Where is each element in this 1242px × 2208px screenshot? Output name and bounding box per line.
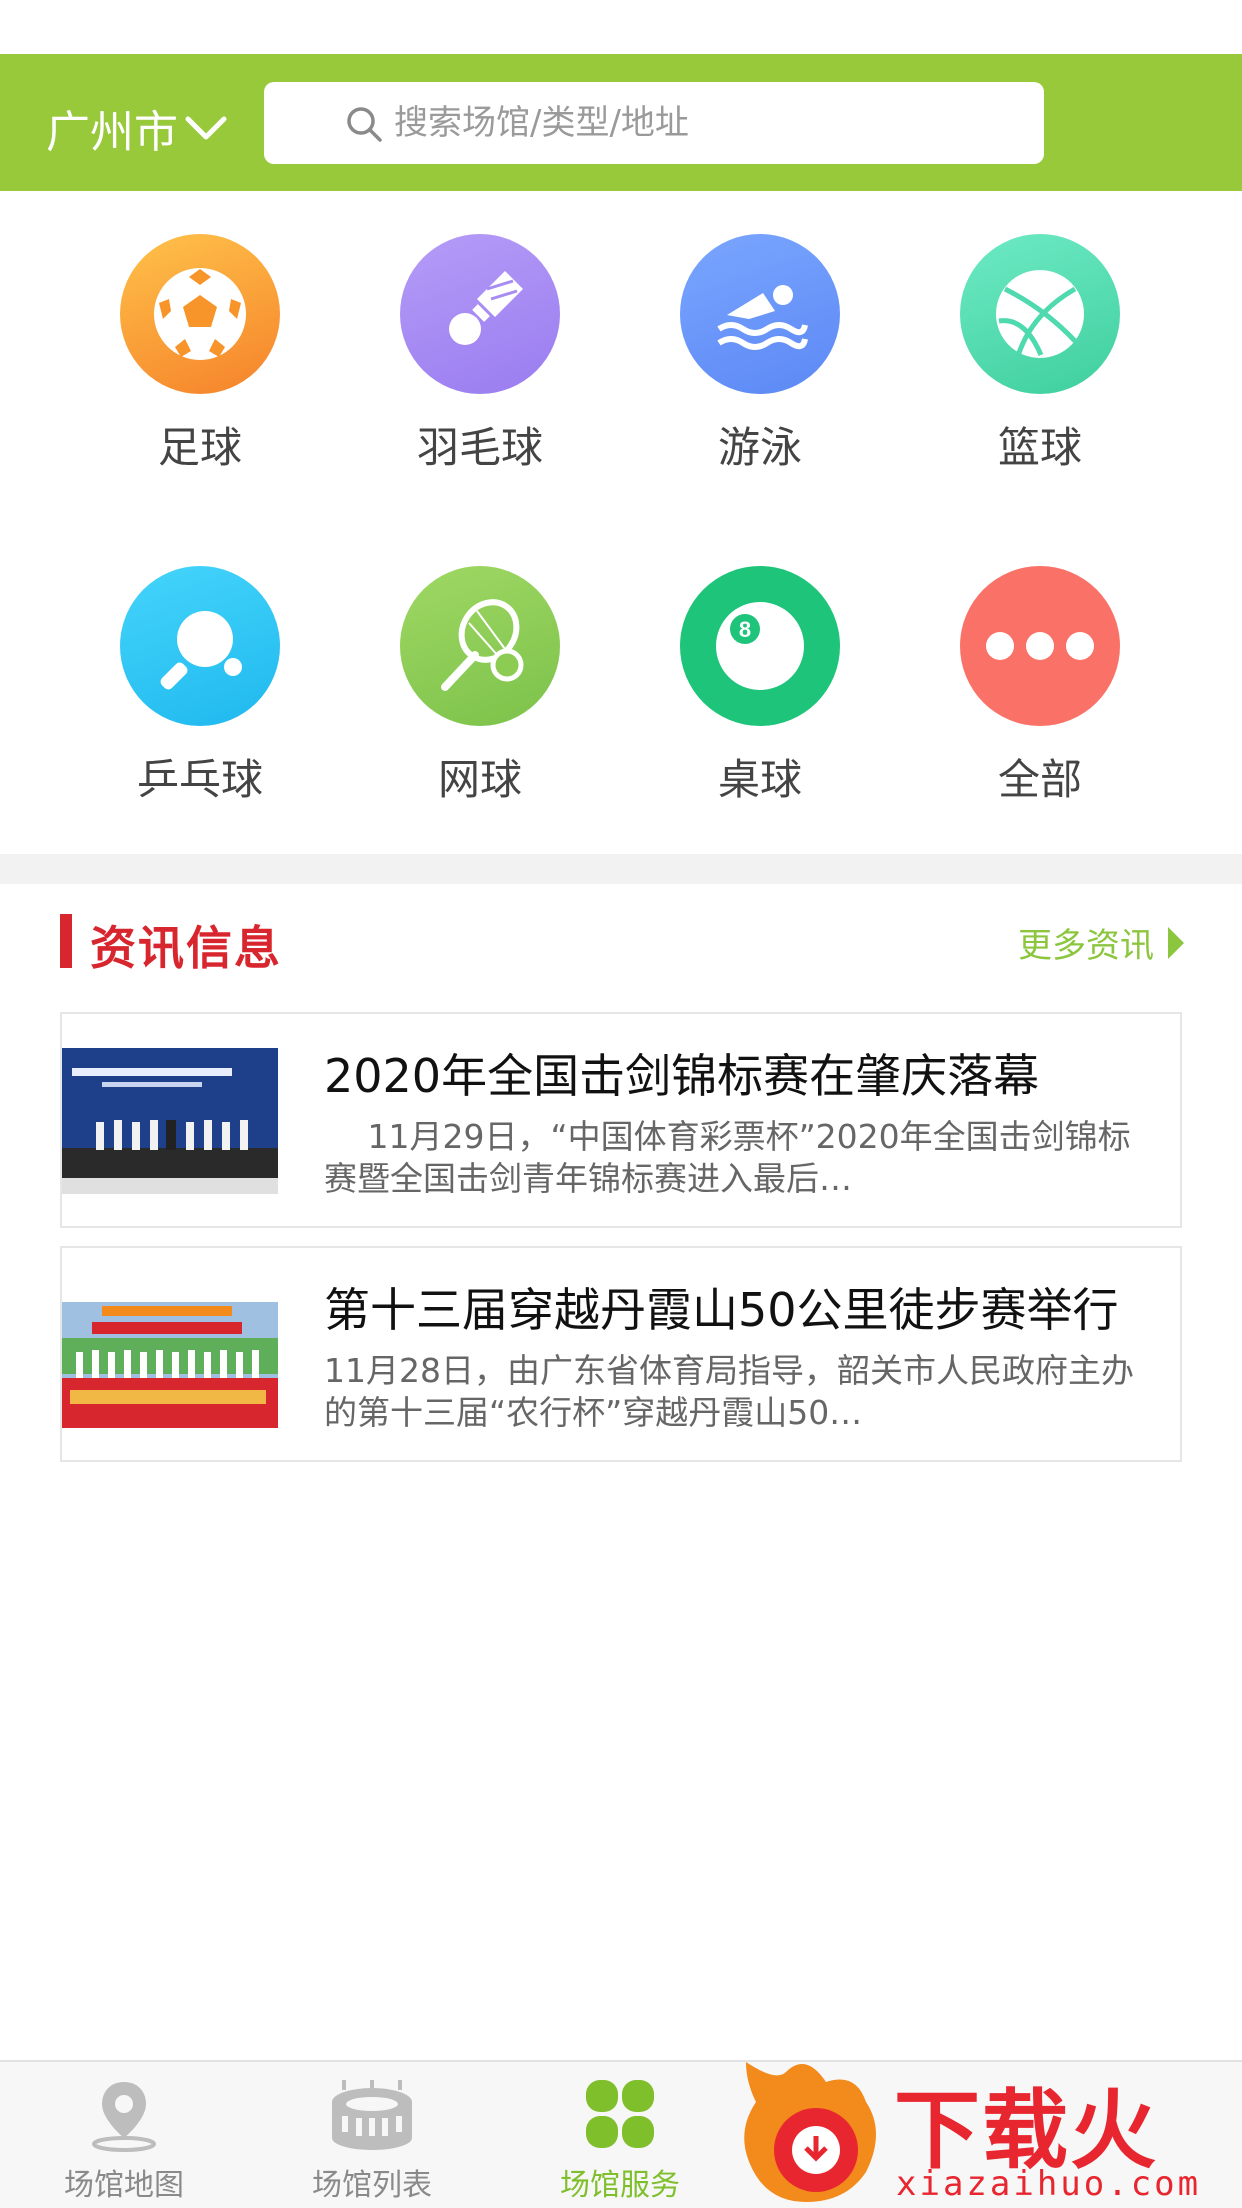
city-label: 广州市 (46, 107, 178, 158)
category-label: 乒乓球 (136, 755, 263, 804)
tab-venue-service[interactable]: 场馆服务 (496, 2062, 744, 2208)
category-label: 全部 (997, 755, 1082, 804)
tab-label: 场馆列表 (312, 2168, 432, 2203)
more-news-label: 更多资讯 (1018, 926, 1154, 966)
news-card[interactable]: 第十三届穿越丹霞山50公里徒步赛举行 11月28日，由广东省体育局指导，韶关市人… (60, 1246, 1182, 1462)
shuttlecock-icon (400, 234, 560, 394)
section-divider (0, 854, 1242, 884)
chevron-right-icon (1168, 926, 1184, 959)
category-tennis[interactable]: 网球 (380, 566, 580, 807)
news-item-title: 第十三届穿越丹霞山50公里徒步赛举行 (324, 1283, 1119, 1337)
clover-icon (586, 2080, 654, 2148)
category-badminton[interactable]: 羽毛球 (380, 234, 580, 475)
tennis-racket-icon (400, 566, 560, 726)
swimmer-icon (680, 234, 840, 394)
news-title-accent (60, 914, 72, 968)
site-watermark: 下载火 xiazaihuo.com (736, 2052, 1242, 2208)
search-box[interactable] (264, 82, 1044, 164)
category-all[interactable]: 全部 (940, 566, 1140, 807)
news-item-title: 2020年全国击剑锦标赛在肇庆落幕 (324, 1049, 1040, 1103)
news-item-summary: 11月29日，“中国体育彩票杯”2020年全国击剑锦标赛暨全国击剑青年锦标赛进入… (324, 1117, 1131, 1198)
search-input[interactable] (394, 103, 994, 143)
app-screen: 广州市 搜索场馆/类型/地址 足球 羽毛球 游泳 篮球 乒乓球 网球 8 桌球 … (0, 0, 1242, 2208)
svg-text:8: 8 (739, 617, 751, 642)
map-pin-icon (92, 2082, 156, 2152)
category-billiards[interactable]: 8 桌球 (660, 566, 860, 807)
tab-venue-list[interactable]: 场馆列表 (248, 2062, 496, 2208)
category-label: 足球 (157, 423, 242, 472)
category-label: 网球 (437, 755, 522, 804)
category-football[interactable]: 足球 (100, 234, 300, 475)
news-card[interactable]: 2020年全国击剑锦标赛在肇庆落幕 11月29日，“中国体育彩票杯”2020年全… (60, 1012, 1182, 1228)
tab-label: 场馆地图 (64, 2168, 184, 2203)
category-label: 篮球 (997, 423, 1082, 472)
category-label: 羽毛球 (416, 423, 543, 472)
top-header: 广州市 (0, 54, 1242, 191)
city-selector[interactable]: 广州市 (46, 96, 228, 160)
watermark-url: xiazaihuo.com (896, 2164, 1202, 2204)
stadium-icon (332, 2080, 412, 2150)
news-section-title: 资讯信息 (90, 921, 282, 975)
more-dots-icon (960, 566, 1120, 726)
category-swimming[interactable]: 游泳 (660, 234, 860, 475)
billiard-8-ball-icon: 8 (680, 566, 840, 726)
tab-venue-map[interactable]: 场馆地图 (0, 2062, 248, 2208)
tab-label: 场馆服务 (560, 2168, 680, 2203)
category-ping-pong[interactable]: 乒乓球 (100, 566, 300, 807)
soccer-ball-icon (120, 234, 280, 394)
more-news-link[interactable]: 更多资讯 (1018, 918, 1184, 967)
category-grid: 足球 羽毛球 游泳 篮球 乒乓球 网球 8 桌球 全部 (0, 234, 1242, 854)
news-thumbnail (62, 1048, 278, 1194)
category-label: 游泳 (717, 423, 802, 472)
ping-pong-paddle-icon (120, 566, 280, 726)
news-header: 资讯信息 更多资讯 (60, 912, 1184, 975)
basketball-icon (960, 234, 1120, 394)
flame-logo-icon (744, 2062, 876, 2202)
category-basketball[interactable]: 篮球 (940, 234, 1140, 475)
chevron-down-icon (185, 116, 227, 140)
category-label: 桌球 (717, 755, 802, 804)
news-item-summary: 11月28日，由广东省体育局指导，韶关市人民政府主办的第十三届“农行杯”穿越丹霞… (324, 1351, 1134, 1432)
search-icon (347, 107, 382, 142)
bottom-tab-bar: 场馆地图 场馆列表 场馆服务 下载火 xiazaihuo.com (0, 2060, 1242, 2208)
news-thumbnail (62, 1282, 278, 1428)
